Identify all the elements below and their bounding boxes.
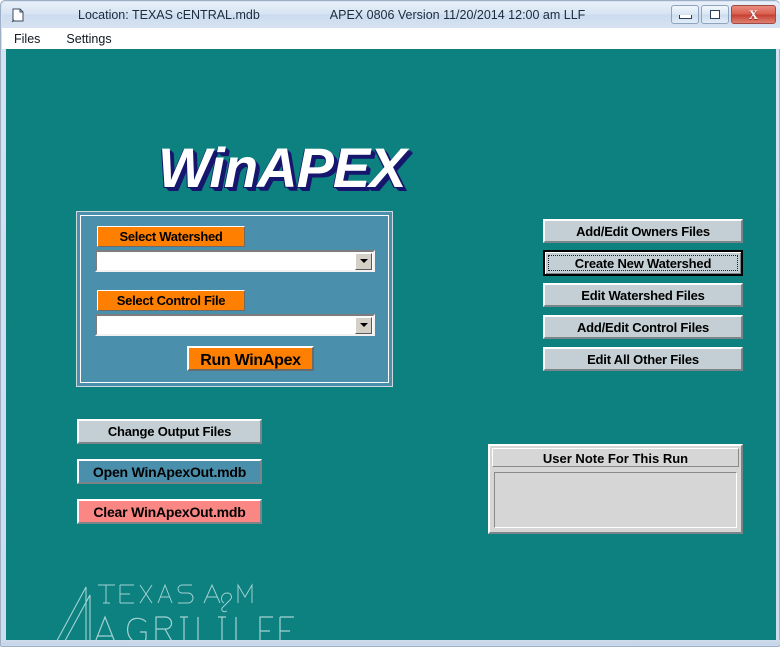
client-area: WinAPEX Select Watershed Select Control … [6,49,776,642]
open-winapexout-button[interactable]: Open WinApexOut.mdb [77,459,262,484]
window-bottom-frame [2,640,780,645]
minimize-icon [678,15,692,19]
menu-item-files[interactable]: Files [12,31,42,47]
watershed-dropdown[interactable] [95,250,375,272]
maximize-icon [710,10,720,19]
clear-winapexout-button[interactable]: Clear WinApexOut.mdb [77,499,262,524]
window-version-label: APEX 0806 Version 11/20/2014 12:00 am LL… [329,8,586,22]
add-edit-owners-files-button[interactable]: Add/Edit Owners Files [543,219,743,243]
chevron-down-icon[interactable] [355,252,372,270]
edit-watershed-files-button[interactable]: Edit Watershed Files [543,283,743,307]
menu-item-settings[interactable]: Settings [64,31,113,47]
select-control-file-label: Select Control File [97,290,245,311]
create-new-watershed-button[interactable]: Create New Watershed [543,250,743,276]
run-winapex-button[interactable]: Run WinApex [187,346,314,371]
menu-bar: Files Settings [2,28,780,49]
change-output-files-button[interactable]: Change Output Files [77,419,262,444]
window-controls: X [671,5,776,24]
maximize-button[interactable] [701,5,729,24]
application-window: Location: TEXAS cENTRAL.mdb APEX 0806 Ve… [0,0,780,647]
window-location-label: Location: TEXAS cENTRAL.mdb [78,8,260,22]
close-icon: X [748,7,759,22]
minimize-button[interactable] [671,5,699,24]
user-note-input[interactable] [494,472,737,528]
agrilife-research-logo [28,569,298,642]
app-title: WinAPEX [158,136,407,199]
document-window-icon[interactable] [10,7,26,23]
title-bar: Location: TEXAS cENTRAL.mdb APEX 0806 Ve… [2,2,780,28]
add-edit-control-files-button[interactable]: Add/Edit Control Files [543,315,743,339]
select-watershed-label: Select Watershed [97,226,245,247]
edit-all-other-files-button[interactable]: Edit All Other Files [543,347,743,371]
close-button[interactable]: X [731,5,776,24]
chevron-down-icon[interactable] [355,316,372,334]
control-file-dropdown[interactable] [95,314,375,336]
selection-panel: Select Watershed Select Control File Run… [76,211,393,387]
create-new-watershed-label: Create New Watershed [574,255,712,271]
user-note-panel: User Note For This Run [488,444,743,534]
user-note-header: User Note For This Run [492,448,739,467]
